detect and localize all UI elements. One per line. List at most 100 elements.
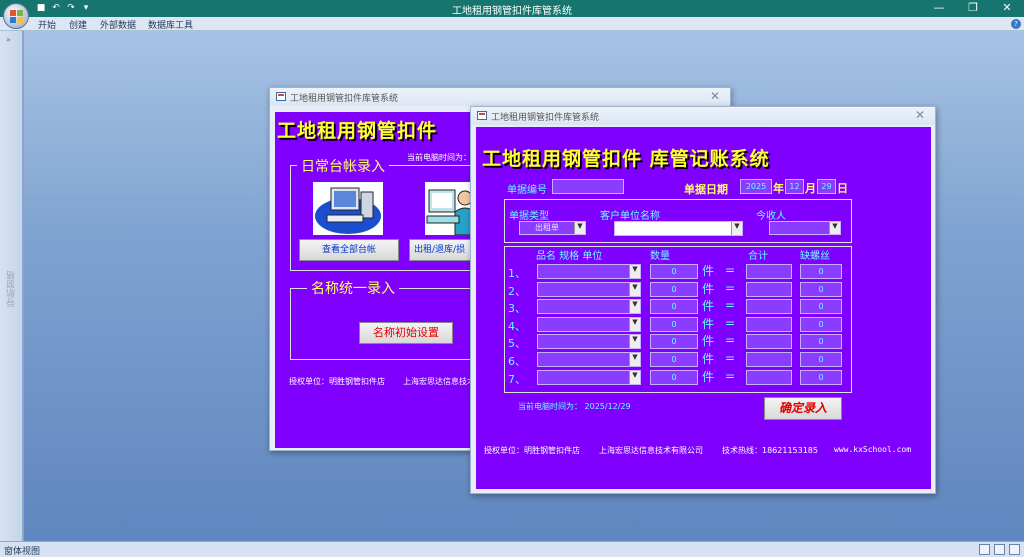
item-name-combo[interactable]: ▼ bbox=[537, 282, 641, 297]
missing-screw-input[interactable]: 0 bbox=[800, 264, 842, 279]
unit-label: 件 bbox=[702, 370, 715, 384]
missing-screw-input[interactable]: 0 bbox=[800, 299, 842, 314]
item-name-combo[interactable]: ▼ bbox=[537, 264, 641, 279]
front-hotline: 技术热线：18621153185 bbox=[722, 446, 818, 455]
total-input[interactable] bbox=[746, 317, 792, 332]
month-input[interactable]: 12 bbox=[785, 179, 804, 194]
customer-combo[interactable]: ▼ bbox=[614, 221, 743, 236]
front-company: 上海宏思达信息技术有限公司 bbox=[599, 446, 703, 455]
back-clock-label: 当前电脑时间为：2 bbox=[407, 153, 477, 162]
chevron-down-icon[interactable]: ▼ bbox=[629, 335, 640, 348]
chevron-down-icon[interactable]: ▼ bbox=[629, 283, 640, 296]
chevron-down-icon[interactable]: ▼ bbox=[629, 300, 640, 313]
tab-create[interactable]: 创建 bbox=[69, 18, 87, 31]
unit-label: 件 bbox=[702, 299, 715, 313]
office-button[interactable] bbox=[3, 3, 29, 29]
form-view-icon[interactable] bbox=[979, 544, 990, 555]
item-name-combo[interactable]: ▼ bbox=[537, 370, 641, 385]
window-controls: — ❐ ✕ bbox=[922, 0, 1024, 17]
design-view-icon[interactable] bbox=[1009, 544, 1020, 555]
year-input[interactable]: 2025 bbox=[740, 179, 772, 194]
chevron-down-icon[interactable]: ▼ bbox=[629, 318, 640, 331]
equals-sign: = bbox=[725, 369, 736, 383]
item-name-combo[interactable]: ▼ bbox=[537, 299, 641, 314]
row-number: 5、 bbox=[508, 337, 526, 350]
item-name-combo[interactable]: ▼ bbox=[537, 352, 641, 367]
qty-input[interactable]: 0 bbox=[650, 264, 698, 279]
col-qty-header: 数量 bbox=[650, 251, 670, 262]
status-bar: 窗体视图 bbox=[0, 541, 1024, 557]
doc-no-input[interactable] bbox=[552, 179, 624, 194]
tab-database-tools[interactable]: 数据库工具 bbox=[148, 18, 193, 31]
group-daily-ledger-title: 日常台帐录入 bbox=[297, 156, 389, 176]
total-input[interactable] bbox=[746, 264, 792, 279]
total-input[interactable] bbox=[746, 334, 792, 349]
unit-label: 件 bbox=[702, 334, 715, 348]
close-icon[interactable]: ✕ bbox=[710, 89, 720, 103]
row-number: 4、 bbox=[508, 320, 526, 333]
computer-illustration bbox=[313, 182, 383, 235]
chevron-down-icon[interactable]: ▼ bbox=[574, 222, 585, 234]
view-all-ledger-button[interactable]: 查看全部台帐 bbox=[299, 239, 399, 261]
missing-screw-input[interactable]: 0 bbox=[800, 317, 842, 332]
total-input[interactable] bbox=[746, 352, 792, 367]
chevron-down-icon[interactable]: ▼ bbox=[629, 353, 640, 366]
qty-input[interactable]: 0 bbox=[650, 370, 698, 385]
minimize-icon[interactable]: — bbox=[922, 0, 956, 17]
doc-type-combo[interactable]: 出租单 ▼ bbox=[519, 221, 586, 235]
receiver-combo[interactable]: ▼ bbox=[769, 221, 841, 235]
back-auth-unit: 授权单位：明胜钢管扣件店 bbox=[289, 377, 385, 386]
front-form-title: 工地租用钢管扣件库管系统 bbox=[491, 113, 600, 123]
missing-screw-input[interactable]: 0 bbox=[800, 282, 842, 297]
missing-screw-input[interactable]: 0 bbox=[800, 352, 842, 367]
unit-label: 件 bbox=[702, 282, 715, 296]
layout-view-icon[interactable] bbox=[994, 544, 1005, 555]
group-name-entry-title: 名称统一录入 bbox=[307, 278, 399, 298]
front-form-body: 工地租用钢管扣件 库管记账系统 单据编号 单据日期 2025 年 12 月 29… bbox=[476, 127, 931, 489]
customer-label: 客户单位名称 bbox=[600, 211, 660, 222]
qty-input[interactable]: 0 bbox=[650, 317, 698, 332]
chevron-down-icon[interactable]: ▼ bbox=[629, 371, 640, 384]
col-missing-header: 缺螺丝 bbox=[800, 251, 830, 262]
total-input[interactable] bbox=[746, 370, 792, 385]
confirm-entry-button[interactable]: 确定录入 bbox=[764, 397, 842, 420]
unit-label: 件 bbox=[702, 264, 715, 278]
qty-input[interactable]: 0 bbox=[650, 352, 698, 367]
front-website: www.kxSchool.com bbox=[834, 445, 912, 454]
nav-pane-label: 导航窗格 bbox=[7, 271, 17, 307]
back-form-title: 工地租用钢管扣件库管系统 bbox=[290, 94, 399, 104]
day-input[interactable]: 29 bbox=[817, 179, 836, 194]
front-form-window[interactable]: 工地租用钢管扣件库管系统 ✕ 工地租用钢管扣件 库管记账系统 单据编号 单据日期… bbox=[470, 106, 936, 494]
equals-sign: = bbox=[725, 263, 736, 277]
missing-screw-input[interactable]: 0 bbox=[800, 334, 842, 349]
equals-sign: = bbox=[725, 351, 736, 365]
chevron-down-icon[interactable]: ▼ bbox=[731, 222, 742, 235]
help-icon[interactable]: ? bbox=[1011, 19, 1021, 29]
equals-sign: = bbox=[725, 281, 736, 295]
tab-external-data[interactable]: 外部数据 bbox=[100, 18, 136, 31]
row-number: 1、 bbox=[508, 267, 526, 280]
close-icon[interactable]: ✕ bbox=[915, 108, 925, 122]
chevron-down-icon[interactable]: ▼ bbox=[629, 265, 640, 278]
ribbon-tab-bar: 开始 创建 外部数据 数据库工具 ? bbox=[0, 17, 1024, 31]
doc-date-label: 单据日期 bbox=[684, 183, 728, 196]
missing-screw-input[interactable]: 0 bbox=[800, 370, 842, 385]
rent-return-button[interactable]: 出租/退库/损 bbox=[409, 239, 479, 261]
qty-input[interactable]: 0 bbox=[650, 299, 698, 314]
tab-home[interactable]: 开始 bbox=[38, 18, 56, 31]
item-name-combo[interactable]: ▼ bbox=[537, 317, 641, 332]
expand-chevron-icon[interactable]: » bbox=[6, 35, 11, 44]
qty-input[interactable]: 0 bbox=[650, 334, 698, 349]
qty-input[interactable]: 0 bbox=[650, 282, 698, 297]
doc-type-value: 出租单 bbox=[535, 223, 559, 232]
total-input[interactable] bbox=[746, 282, 792, 297]
chevron-down-icon[interactable]: ▼ bbox=[829, 222, 840, 234]
item-name-combo[interactable]: ▼ bbox=[537, 334, 641, 349]
total-input[interactable] bbox=[746, 299, 792, 314]
navigation-pane[interactable]: » 导航窗格 bbox=[0, 31, 23, 541]
name-init-button[interactable]: 名称初始设置 bbox=[359, 322, 453, 344]
restore-icon[interactable]: ❐ bbox=[956, 0, 990, 17]
front-form-titlebar: 工地租用钢管扣件库管系统 ✕ bbox=[471, 107, 935, 125]
close-icon[interactable]: ✕ bbox=[990, 0, 1024, 17]
unit-label: 件 bbox=[702, 317, 715, 331]
